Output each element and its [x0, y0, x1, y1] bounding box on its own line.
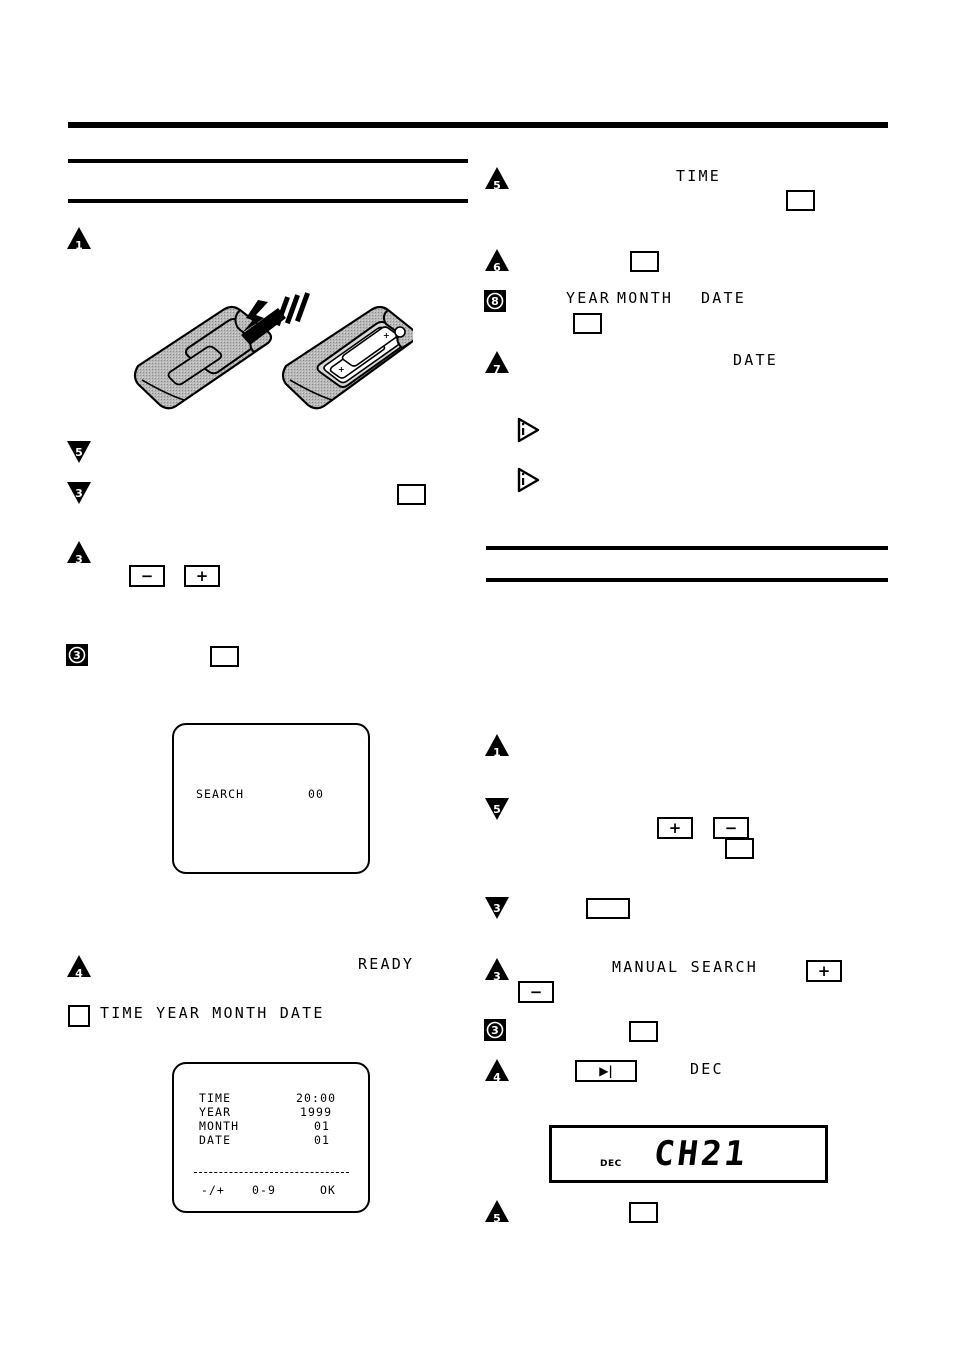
left-section-rule-upper	[68, 159, 468, 163]
button-play-to-end[interactable]: ▶|	[575, 1060, 637, 1082]
step-marker-3-right-c: 3	[484, 1019, 506, 1041]
play-to-end-icon: ▶|	[599, 1064, 613, 1078]
right-section-rule-upper	[486, 546, 888, 550]
button-blank-left-b[interactable]	[210, 646, 239, 667]
button-plus-right-1[interactable]: +	[657, 817, 693, 839]
tv-screen-clock-row-label-3: DATE	[199, 1133, 232, 1147]
remote-control-battery-illustration: + − +	[128, 288, 418, 416]
button-blank-right-b[interactable]	[630, 251, 659, 272]
keyword-date-1: DATE	[701, 289, 746, 307]
left-section-rule-lower	[68, 199, 468, 203]
step-marker-3-right-b: 3	[484, 957, 510, 983]
tv-screen-clock-row-value-1: 1999	[300, 1105, 333, 1119]
tv-screen-search-label: SEARCH	[196, 787, 245, 801]
step-marker-3-left-c: 3	[66, 644, 88, 666]
step-marker-3-left-b: 3	[66, 540, 92, 566]
keyword-manual-search: MANUAL SEARCH	[612, 958, 758, 976]
button-minus-right-1-label: −	[724, 818, 738, 837]
step-marker-8-right: 8	[484, 290, 506, 312]
step-marker-5-left: 5	[66, 440, 92, 464]
button-plus-right-2[interactable]: +	[806, 960, 842, 982]
step-marker-5-right-a: 5	[484, 166, 510, 192]
button-blank-right-a[interactable]	[786, 190, 815, 211]
step-marker-1: 1	[66, 226, 92, 252]
note-marker-right-triangle-a	[516, 417, 540, 443]
svg-text:+: +	[383, 331, 390, 340]
tv-screen-clock-footer-1: 0-9	[252, 1183, 277, 1197]
svg-text:+: +	[338, 365, 345, 374]
note-marker-right-triangle-b	[516, 467, 540, 493]
button-plus-right-2-label: +	[817, 961, 831, 980]
button-minus-left-label: −	[140, 566, 154, 585]
tv-screen-clock-footer-2: OK	[320, 1183, 337, 1197]
keyword-ready: READY	[358, 955, 415, 973]
button-blank-right-d[interactable]	[725, 838, 754, 859]
button-minus-left[interactable]: −	[129, 565, 165, 587]
lcd-segment-text: CH21	[651, 1134, 751, 1174]
tv-screen-clock-row-value-0: 20:00	[296, 1091, 337, 1105]
keyword-time-year-month-date: TIME YEAR MONTH DATE	[100, 1004, 325, 1022]
tv-screen-clock-row-label-1: YEAR	[199, 1105, 232, 1119]
page-top-rule	[68, 122, 888, 128]
tv-screen-clock-row-value-3: 01	[314, 1133, 331, 1147]
step-marker-3-left-a: 3	[66, 481, 92, 505]
step-marker-4-left: 4	[66, 954, 92, 980]
button-plus-left[interactable]: +	[184, 565, 220, 587]
button-minus-right-1[interactable]: −	[713, 817, 749, 839]
button-blank-left-a[interactable]	[397, 484, 426, 505]
button-blank-right-e[interactable]	[586, 898, 630, 919]
keyword-dec: DEC	[690, 1060, 724, 1078]
tv-screen-clock-row-label-0: TIME	[199, 1091, 232, 1105]
button-blank-right-g[interactable]	[629, 1202, 658, 1223]
button-blank-right-f[interactable]	[629, 1021, 658, 1042]
step-marker-3-right-a: 3	[484, 896, 510, 920]
step-marker-5-right-b: 5	[484, 797, 510, 821]
button-blank-right-c[interactable]	[573, 313, 602, 334]
step-marker-6-right: 6	[484, 248, 510, 274]
tv-screen-clock-row-value-2: 01	[314, 1119, 331, 1133]
button-minus-right-2[interactable]: −	[518, 981, 554, 1003]
tv-screen-search: SEARCH 00	[172, 723, 370, 874]
vcr-lcd-display: DEC CH21	[549, 1125, 828, 1183]
step-marker-7-right: 7	[484, 350, 510, 376]
tv-screen-clock-setting: TIME 20:00 YEAR 1999 MONTH 01 DATE 01 -/…	[172, 1062, 370, 1213]
button-minus-right-2-label: −	[529, 982, 543, 1001]
button-plus-left-label: +	[195, 566, 209, 585]
step-marker-4-right: 4	[484, 1058, 510, 1084]
tv-screen-clock-divider	[194, 1172, 349, 1173]
right-section-rule-lower	[486, 578, 888, 582]
tv-screen-clock-row-label-2: MONTH	[199, 1119, 240, 1133]
keyword-date-2: DATE	[733, 351, 778, 369]
keyword-month: MONTH	[617, 289, 674, 307]
lcd-dec-indicator: DEC	[600, 1159, 622, 1169]
checkbox-bullet	[68, 1005, 90, 1027]
button-plus-right-1-label: +	[668, 818, 682, 837]
tv-screen-clock-footer-0: -/+	[201, 1183, 226, 1197]
step-marker-5-right-c: 5	[484, 1199, 510, 1225]
tv-screen-search-value: 00	[308, 787, 325, 801]
keyword-time: TIME	[676, 167, 721, 185]
keyword-year: YEAR	[566, 289, 611, 307]
step-marker-1-right: 1	[484, 733, 510, 759]
